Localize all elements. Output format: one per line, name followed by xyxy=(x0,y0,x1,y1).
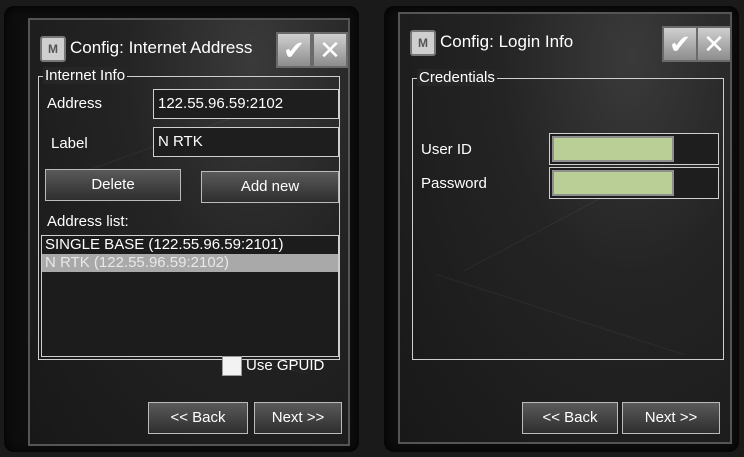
next-button[interactable]: Next >> xyxy=(254,402,342,434)
delete-button[interactable]: Delete xyxy=(45,169,181,201)
ok-button[interactable]: ✔ xyxy=(276,32,312,68)
checkmark-icon: ✔ xyxy=(283,35,305,65)
user-id-input[interactable] xyxy=(549,133,719,165)
close-button[interactable]: ✕ xyxy=(312,32,348,68)
window-title: Config: Internet Address xyxy=(70,38,253,57)
label-label: Label xyxy=(51,135,88,152)
group-title: Internet Info xyxy=(43,67,128,84)
list-item[interactable]: SINGLE BASE (122.55.96.59:2101) xyxy=(42,236,338,254)
back-button[interactable]: << Back xyxy=(522,402,618,434)
config-internet-address-screen: M Config: Internet Address ✔ ✕ Internet … xyxy=(28,18,350,446)
password-input-fill xyxy=(552,170,674,196)
app-logo-icon: M xyxy=(410,30,436,56)
user-id-label: User ID xyxy=(421,141,472,158)
credentials-group: Credentials User ID Password xyxy=(412,69,724,360)
address-label: Address xyxy=(47,95,103,112)
close-button[interactable]: ✕ xyxy=(696,26,730,62)
address-list-label: Address list: xyxy=(47,213,129,230)
ok-button[interactable]: ✔ xyxy=(662,26,698,62)
password-input[interactable] xyxy=(549,167,719,199)
device-left: M Config: Internet Address ✔ ✕ Internet … xyxy=(4,6,359,452)
add-new-button[interactable]: Add new xyxy=(201,171,339,203)
group-title: Credentials xyxy=(417,69,497,86)
close-icon: ✕ xyxy=(703,29,725,59)
label-input[interactable]: N RTK xyxy=(153,127,339,157)
address-input[interactable]: 122.55.96.59:2102 xyxy=(153,89,339,119)
title-bar: M Config: Login Info ✔ ✕ xyxy=(406,24,730,64)
config-login-info-screen: M Config: Login Info ✔ ✕ Credentials Use… xyxy=(398,12,732,444)
device-right: M Config: Login Info ✔ ✕ Credentials Use… xyxy=(384,6,739,452)
close-icon: ✕ xyxy=(319,35,341,65)
address-listbox[interactable]: SINGLE BASE (122.55.96.59:2101) N RTK (1… xyxy=(41,235,339,357)
back-button[interactable]: << Back xyxy=(148,402,248,434)
internet-info-group: Internet Info Address 122.55.96.59:2102 … xyxy=(38,67,340,360)
checkmark-icon: ✔ xyxy=(669,29,691,59)
user-id-input-fill xyxy=(552,136,674,162)
app-logo-icon: M xyxy=(40,36,66,62)
window-title: Config: Login Info xyxy=(440,32,574,51)
next-button[interactable]: Next >> xyxy=(622,402,720,434)
use-gpuid-checkbox[interactable] xyxy=(222,356,242,376)
list-item-selected[interactable]: N RTK (122.55.96.59:2102) xyxy=(42,254,338,272)
title-bar: M Config: Internet Address ✔ ✕ xyxy=(36,30,348,70)
use-gpuid-label: Use GPUID xyxy=(246,357,325,374)
password-label: Password xyxy=(421,175,487,192)
